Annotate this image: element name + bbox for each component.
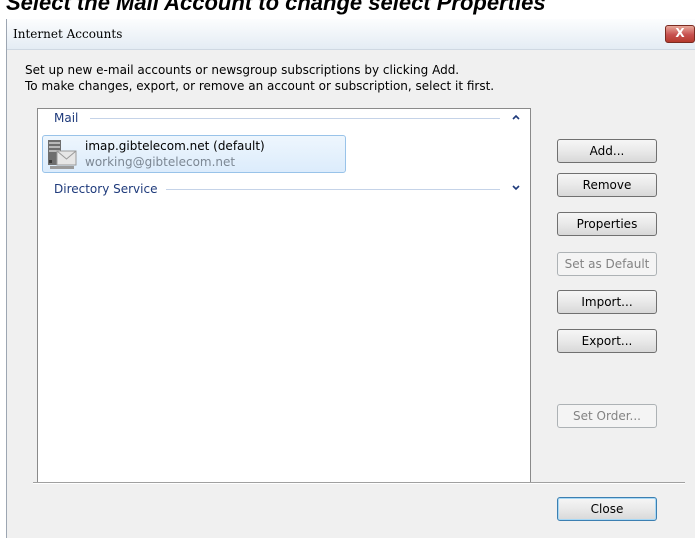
close-icon: X xyxy=(675,26,685,40)
export-button[interactable]: Export... xyxy=(557,329,657,353)
chevron-up-icon[interactable] xyxy=(510,112,522,124)
group-header-directory-service[interactable]: Directory Service xyxy=(38,180,530,198)
group-header-mail[interactable]: Mail xyxy=(38,109,530,127)
window-title: Internet Accounts xyxy=(13,27,123,41)
title-bar[interactable]: Internet Accounts X xyxy=(7,19,695,50)
account-name: imap.gibtelecom.net (default) xyxy=(85,139,265,153)
account-item-imap[interactable]: imap.gibtelecom.net (default) working@gi… xyxy=(42,135,346,173)
close-button[interactable]: Close xyxy=(557,497,657,521)
chevron-down-icon[interactable] xyxy=(510,183,522,195)
cropped-instruction-banner: Select the Mail Account to change select… xyxy=(0,0,695,18)
close-window-button[interactable]: X xyxy=(665,25,695,43)
set-as-default-button[interactable]: Set as Default xyxy=(557,252,657,276)
remove-button[interactable]: Remove xyxy=(557,173,657,197)
group-divider xyxy=(90,118,500,119)
set-order-button[interactable]: Set Order... xyxy=(557,404,657,428)
description-line-2: To make changes, export, or remove an ac… xyxy=(25,79,495,93)
footer-separator xyxy=(33,482,685,484)
account-email: working@gibtelecom.net xyxy=(85,155,236,169)
internet-accounts-dialog: Internet Accounts X Set up new e-mail ac… xyxy=(6,19,695,538)
description-line-1: Set up new e-mail accounts or newsgroup … xyxy=(25,63,460,77)
add-button[interactable]: Add... xyxy=(557,139,657,163)
group-label-directory-service: Directory Service xyxy=(54,182,162,196)
group-divider xyxy=(166,189,500,190)
import-button[interactable]: Import... xyxy=(557,290,657,314)
banner-text: Select the Mail Account to change select… xyxy=(6,0,546,15)
properties-button[interactable]: Properties xyxy=(557,212,657,236)
accounts-list[interactable]: Mail imap.gibtelecom.net (default) worki… xyxy=(37,108,531,484)
group-label-mail: Mail xyxy=(54,111,83,125)
mail-account-icon xyxy=(46,139,78,171)
